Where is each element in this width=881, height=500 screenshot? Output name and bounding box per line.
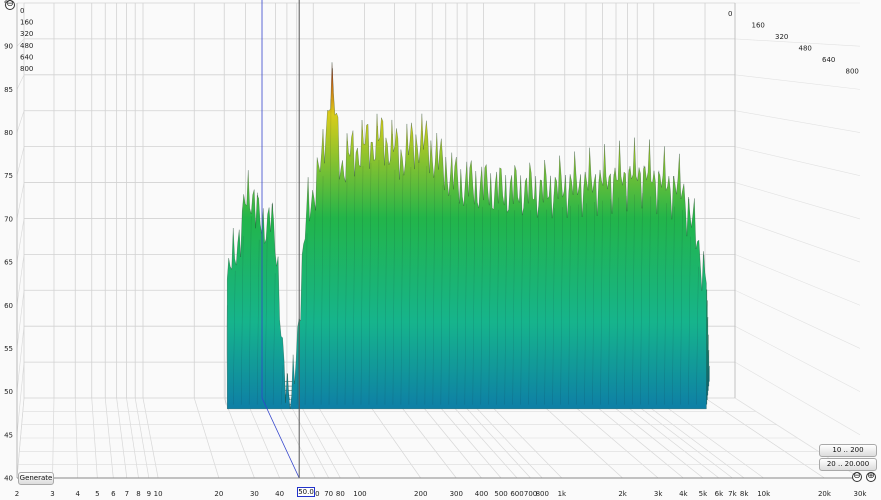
zoom-in-icon[interactable]: ⊕ xyxy=(866,472,876,482)
grid-line-side xyxy=(16,326,25,392)
x-tick-label: 500 xyxy=(494,490,507,498)
y-tick-label: 45 xyxy=(4,431,13,439)
x-tick-label: 30k xyxy=(854,490,868,498)
grid-line-right-side xyxy=(734,325,861,392)
y-tick-label: 85 xyxy=(4,86,13,94)
zoom-out-icon[interactable]: ⊖ xyxy=(852,472,862,482)
y-tick-label: 50 xyxy=(4,388,13,396)
z-tick-label-right: 800 xyxy=(846,68,859,76)
x-tick-label: 4k xyxy=(679,490,688,498)
x-tick-label: 30 xyxy=(250,490,259,498)
grid-line-side xyxy=(16,146,25,176)
x-tick-label: 80 xyxy=(336,490,345,498)
x-tick-label: 7 xyxy=(125,490,129,498)
generate-button[interactable]: Generate xyxy=(18,472,54,485)
z-tick-label-right: 640 xyxy=(822,56,835,64)
x-tick-label: 40 xyxy=(275,490,284,498)
grid-line-right-side xyxy=(734,218,861,263)
z-tick-label-left: 0 xyxy=(20,7,24,15)
y-tick-label: 60 xyxy=(4,302,13,310)
grid-line-right-side xyxy=(734,38,861,47)
z-tick-label-left: 320 xyxy=(20,30,33,38)
y-tick-label: 90 xyxy=(4,43,13,51)
x-tick-label: 4 xyxy=(76,490,81,498)
x-tick-label: 300 xyxy=(450,490,463,498)
grid-line-side xyxy=(16,74,25,90)
grid-line-right-side xyxy=(734,146,861,177)
x-tick-label: 8k xyxy=(740,490,749,498)
x-tick-label: 5 xyxy=(95,490,99,498)
x-tick-label: 1k xyxy=(558,490,567,498)
x-tick-label: 100 xyxy=(353,490,366,498)
x-tick-label: 20 xyxy=(214,490,223,498)
surface-ridge-line xyxy=(225,305,228,405)
x-tick-label: 400 xyxy=(475,490,488,498)
time-range-button[interactable]: 10 .. 200 xyxy=(819,444,877,457)
grid-line-right-side xyxy=(734,361,861,436)
grid-line-right-side xyxy=(734,290,861,349)
x-tick-label: 10k xyxy=(757,490,771,498)
y-tick-label: 75 xyxy=(4,172,13,180)
x-tick-label: 8 xyxy=(136,490,140,498)
x-tick-label: 9 xyxy=(147,490,151,498)
grid-line-side xyxy=(16,182,25,219)
x-tick-label: 20k xyxy=(818,490,832,498)
cursor-frequency-label: 50.0 xyxy=(297,487,315,497)
z-tick-label-right: 480 xyxy=(799,45,812,53)
grid-line-side xyxy=(16,110,25,133)
x-tick-label: 2 xyxy=(15,490,19,498)
grid-line-right-side xyxy=(734,254,861,306)
z-tick-label-left: 480 xyxy=(20,42,33,50)
x-tick-label: 10 xyxy=(154,490,163,498)
z-tick-label-left: 160 xyxy=(20,19,33,27)
x-tick-label: 6 xyxy=(111,490,116,498)
z-tick-label-right: 320 xyxy=(775,33,788,41)
x-tick-label: 3 xyxy=(50,490,54,498)
z-tick-label-left: 640 xyxy=(20,53,33,61)
y-tick-label: 80 xyxy=(4,129,13,137)
grid-line-right-side xyxy=(734,182,861,220)
waterfall-plot[interactable]: 2 3 4 5 6 7 8 9 10 20 30 40 60 70 80 100 200 300 400 500 600… xyxy=(0,0,881,500)
y-tick-label: 70 xyxy=(4,215,13,223)
x-tick-label: 5k xyxy=(699,490,708,498)
x-tick-label: 800 xyxy=(536,490,549,498)
zoom-top-icon[interactable]: ⊖ xyxy=(5,0,15,10)
z-tick-label-left: 800 xyxy=(20,65,33,73)
z-tick-label-right: 0 xyxy=(728,10,732,18)
y-tick-label: 55 xyxy=(4,345,13,353)
x-tick-label: 3k xyxy=(654,490,663,498)
y-tick-label: 40 xyxy=(4,475,13,483)
x-tick-label: 600 xyxy=(510,490,523,498)
x-tick-label: 7k xyxy=(728,490,737,498)
grid-line-side xyxy=(16,218,25,263)
grid-line-right-side xyxy=(734,74,861,90)
x-tick-label: 200 xyxy=(414,490,427,498)
z-tick-label-right: 160 xyxy=(752,22,765,30)
x-tick-label: 6k xyxy=(715,490,724,498)
frequency-range-button[interactable]: 20 .. 20.000 xyxy=(819,458,877,471)
x-tick-label: 2k xyxy=(618,490,627,498)
grid-line-side xyxy=(16,362,25,435)
grid-line-right-side xyxy=(734,110,861,133)
y-tick-label: 65 xyxy=(4,259,13,267)
x-tick-label: 70 xyxy=(324,490,333,498)
